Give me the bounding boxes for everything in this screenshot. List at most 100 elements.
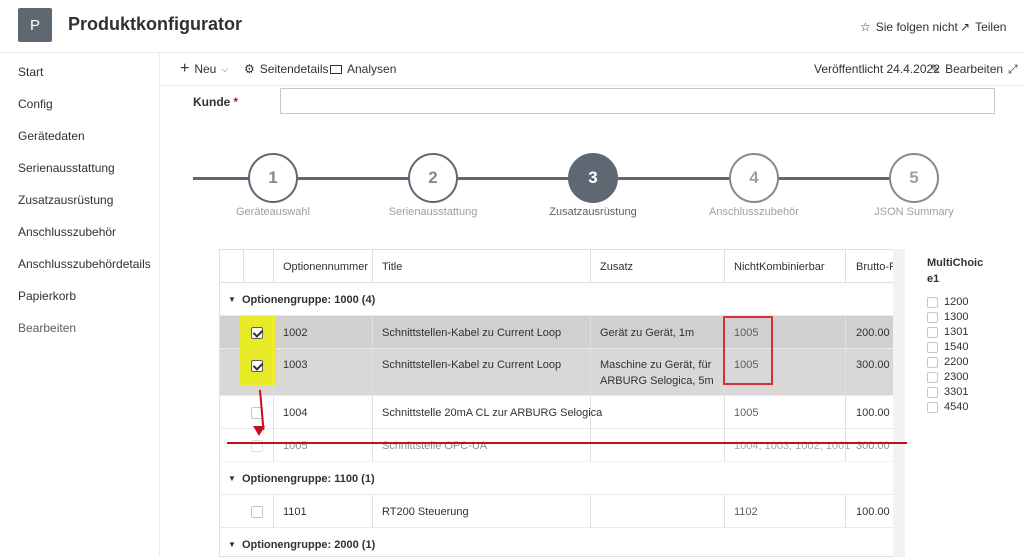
table-row[interactable]: 1002 Schnittstellen-Kabel zu Current Loo… [220, 316, 904, 349]
checkbox[interactable] [927, 341, 938, 353]
multichoice-option[interactable]: 1200 [927, 296, 968, 308]
site-header: P Produktkonfigurator ☆ Sie folgen nicht… [0, 0, 1024, 53]
column-header-title[interactable]: Title [382, 261, 402, 273]
cell-optionennummer: 1101 [283, 506, 307, 518]
column-header-brutto[interactable]: Brutto-P [856, 261, 896, 273]
nav-item-serienausstattung[interactable]: Serienausstattung [18, 161, 115, 175]
share-label: Teilen [975, 20, 1007, 34]
share-icon: ↗ [960, 20, 971, 34]
kunde-label-text: Kunde [193, 95, 231, 109]
nav-item-config[interactable]: Config [18, 97, 53, 111]
option-label: 1300 [944, 311, 969, 323]
caret-down-icon[interactable]: ▼ [228, 474, 236, 483]
step-3-label: Zusatzausrüstung [549, 206, 637, 218]
cell-zusatz: Maschine zu Gerät, für [600, 359, 712, 371]
checkbox[interactable] [927, 371, 938, 383]
cell-title: Schnittstellen-Kabel zu Current Loop [382, 359, 562, 371]
multichoice-option[interactable]: 2200 [927, 356, 968, 368]
left-navigation: Start Config Gerätedaten Serienausstattu… [0, 53, 160, 557]
nav-edit-link[interactable]: Bearbeiten [18, 321, 76, 335]
checkbox[interactable] [927, 311, 938, 323]
column-header-optionennummer[interactable]: Optionennummer [283, 261, 368, 273]
cell-optionennummer: 1002 [283, 327, 308, 339]
group-label: Optionengruppe: 1100 (1) [242, 473, 375, 485]
step-2-circle[interactable]: 2 [408, 153, 458, 203]
table-row[interactable]: 1004 Schnittstelle 20mA CL zur ARBURG Se… [220, 396, 904, 429]
step-5-circle[interactable]: 5 [889, 153, 939, 203]
row-checkbox[interactable] [251, 327, 263, 339]
option-label: 2200 [944, 356, 969, 368]
multichoice-option[interactable]: 4540 [927, 401, 968, 413]
pencil-icon: ✎ [930, 62, 941, 76]
column-header-zusatz[interactable]: Zusatz [600, 261, 633, 273]
edit-button[interactable]: ✎ Bearbeiten [930, 62, 1003, 76]
step-1-circle[interactable]: 1 [248, 153, 298, 203]
new-button[interactable]: + Neu ⌵ [180, 60, 229, 77]
group-header-row[interactable]: ▼ Optionengruppe: 1100 (1) [220, 462, 904, 495]
group-header-row[interactable]: ▼ Optionengruppe: 2000 (1) [220, 528, 904, 556]
published-status: Veröffentlicht 24.4.2022 [814, 62, 940, 76]
options-grid: Optionennummer Title Zusatz NichtKombini… [219, 249, 905, 557]
nav-item-start[interactable]: Start [18, 65, 43, 79]
cell-zusatz: Gerät zu Gerät, 1m [600, 327, 695, 339]
checkbox[interactable] [927, 296, 938, 308]
step-5-label: JSON Summary [874, 206, 954, 218]
cell-nichtkombinierbar: 1005 [734, 407, 759, 419]
share-button[interactable]: ↗ Teilen [960, 20, 1006, 34]
gear-icon: ⚙ [244, 62, 255, 76]
checkbox[interactable] [927, 401, 938, 413]
option-label: 1200 [944, 296, 969, 308]
kunde-label: Kunde * [193, 95, 238, 109]
page-details-button[interactable]: ⚙ Seitendetails [244, 62, 328, 76]
nav-item-geraetedaten[interactable]: Gerätedaten [18, 129, 85, 143]
table-row[interactable]: 1005 Schnittstelle OPC-UA 1004, 1003, 10… [220, 429, 904, 462]
command-bar: + Neu ⌵ ⚙ Seitendetails Analysen Veröffe… [160, 53, 1024, 86]
nav-item-zusatzausruestung[interactable]: Zusatzausrüstung [18, 193, 113, 207]
multichoice-option[interactable]: 1540 [927, 341, 968, 353]
caret-down-icon[interactable]: ▼ [228, 540, 236, 549]
multichoice-option[interactable]: 1300 [927, 311, 968, 323]
nav-item-anschlusszubehoer[interactable]: Anschlusszubehör [18, 225, 116, 239]
table-row[interactable]: 1003 Schnittstellen-Kabel zu Current Loo… [220, 349, 904, 396]
new-label: Neu [194, 62, 217, 76]
step-1-label: Geräteauswahl [236, 206, 310, 218]
analytics-button[interactable]: Analysen [330, 62, 396, 76]
cell-nichtkombinierbar: 1102 [734, 506, 758, 518]
multichoice-option[interactable]: 3301 [927, 386, 968, 398]
step-2-label: Serienausstattung [388, 206, 478, 218]
option-label: 3301 [944, 386, 969, 398]
site-logo[interactable]: P [18, 8, 52, 42]
expand-icon[interactable]: ⤢ [1008, 62, 1018, 77]
checkbox[interactable] [927, 356, 938, 368]
row-checkbox[interactable] [251, 360, 263, 372]
step-4-label: Anschlusszubehör [709, 206, 799, 218]
plus-icon: + [180, 60, 190, 77]
nav-item-papierkorb[interactable]: Papierkorb [18, 289, 76, 303]
multichoice-title-line1: MultiChoic [927, 257, 984, 269]
kunde-input[interactable] [280, 88, 995, 114]
site-title[interactable]: Produktkonfigurator [68, 14, 242, 35]
required-mark: * [233, 95, 239, 109]
follow-button[interactable]: ☆ Sie folgen nicht [860, 20, 958, 34]
group-header-row[interactable]: ▼ Optionengruppe: 1000 (4) [220, 283, 904, 316]
checkbox[interactable] [927, 326, 938, 338]
row-checkbox[interactable] [251, 506, 263, 518]
grid-scrollbar[interactable] [893, 249, 905, 557]
option-label: 1540 [944, 341, 969, 353]
column-divider [724, 495, 725, 528]
multichoice-option[interactable]: 1301 [927, 326, 968, 338]
cell-optionennummer: 1003 [283, 359, 308, 371]
step-3-circle[interactable]: 3 [568, 153, 618, 203]
caret-down-icon[interactable]: ▼ [228, 295, 236, 304]
checkbox[interactable] [927, 386, 938, 398]
column-divider [243, 250, 244, 283]
analytics-label: Analysen [347, 62, 397, 76]
column-header-nichtkombinierbar[interactable]: NichtKombinierbar [734, 261, 824, 273]
step-4-circle[interactable]: 4 [729, 153, 779, 203]
multichoice-option[interactable]: 2300 [927, 371, 968, 383]
nav-item-anschlusszubehoerdetails[interactable]: Anschlusszubehördetails [18, 257, 151, 271]
table-row[interactable]: 1101 RT200 Steuerung 1102 100.00 € [220, 495, 904, 528]
chevron-down-icon: ⌵ [221, 63, 229, 74]
column-divider [845, 316, 846, 462]
multichoice-title: MultiChoic e1 [927, 255, 987, 287]
